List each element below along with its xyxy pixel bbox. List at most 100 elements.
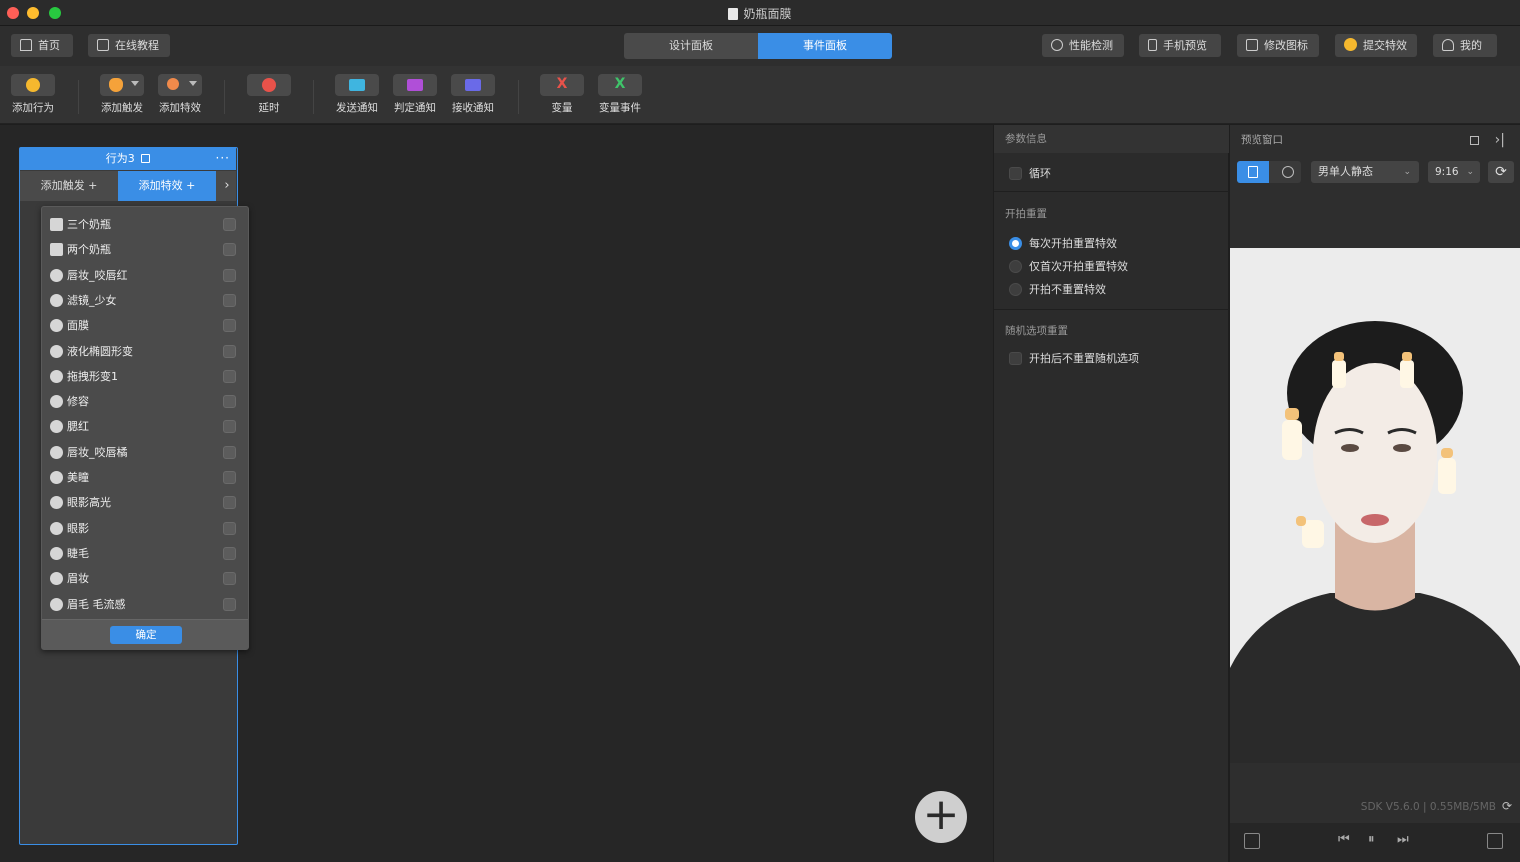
makeup-icon (50, 445, 63, 459)
toolbar: 添加行为 添加触发 添加特效 延时 发送通知 判定通知 接收通知 X 变量 X … (0, 66, 1520, 124)
effect-list-item[interactable]: 唇妆_咬唇橘 (50, 440, 240, 465)
effect-checkbox[interactable] (223, 597, 236, 611)
sync-icon[interactable]: ⟳ (1502, 799, 1512, 813)
reset-first-option[interactable]: 仅首次开拍重置特效 (1009, 258, 1128, 274)
effect-checkbox[interactable] (223, 293, 236, 307)
loop-checkbox[interactable] (1009, 167, 1022, 180)
effect-checkbox[interactable] (223, 521, 236, 535)
export-icon[interactable] (1487, 833, 1503, 849)
effect-list-item[interactable]: 眉毛 毛流感 (50, 592, 240, 617)
reset-none-radio[interactable] (1009, 283, 1022, 296)
home-button[interactable]: 首页 (11, 34, 73, 57)
preview-header: 预览窗口 ›| (1230, 125, 1520, 155)
ratio-select[interactable]: 9:16 ⌄ (1428, 161, 1480, 183)
behavior-card-header[interactable]: 行为3 ··· (20, 148, 236, 170)
submit-effect-button[interactable]: 提交特效 (1335, 34, 1417, 57)
reset-first-radio[interactable] (1009, 260, 1022, 273)
divider (994, 191, 1229, 192)
effect-label: 修容 (67, 395, 89, 409)
more-icon[interactable]: ··· (216, 147, 230, 169)
effect-list-item[interactable]: 两个奶瓶 (50, 237, 240, 262)
add-behavior-tool[interactable]: 添加行为 (10, 74, 56, 115)
reset-every-radio[interactable] (1009, 237, 1022, 250)
effect-list-item[interactable]: 美瞳 (50, 465, 240, 490)
next-frame-icon[interactable]: ⏭ (1397, 832, 1409, 847)
chevron-down-icon: ⌄ (1403, 167, 1411, 177)
add-effect-tool[interactable]: 添加特效 (156, 74, 204, 115)
effect-list-item[interactable]: 拖拽形变1 (50, 364, 240, 389)
tab-design-panel[interactable]: 设计面板 (624, 33, 758, 59)
random-none-checkbox[interactable] (1009, 352, 1022, 365)
camera-mode-icon[interactable] (1282, 166, 1294, 178)
behavior-title: 行为3 (105, 152, 135, 165)
tab-add-trigger[interactable]: 添加触发 + (20, 171, 118, 201)
effect-list-item[interactable]: 液化椭圆形变 (50, 339, 240, 364)
effect-checkbox[interactable] (223, 319, 236, 333)
edit-icon[interactable] (141, 154, 151, 163)
variable-event-icon: X (614, 76, 626, 92)
effect-list-item[interactable]: 睫毛 (50, 541, 240, 566)
effect-list-item[interactable]: 眼影 (50, 516, 240, 541)
effect-checkbox[interactable] (223, 369, 236, 383)
tutorial-button[interactable]: 在线教程 (88, 34, 170, 57)
confirm-button[interactable]: 确定 (110, 626, 182, 644)
crop-icon[interactable] (1470, 136, 1479, 145)
effect-checkbox[interactable] (223, 243, 236, 257)
effect-checkbox[interactable] (223, 572, 236, 586)
variable-event-tool[interactable]: X 变量事件 (597, 74, 643, 115)
effect-checkbox[interactable] (223, 268, 236, 282)
makeup-icon (50, 496, 63, 510)
effect-checkbox[interactable] (223, 395, 236, 409)
variable-tool[interactable]: X 变量 (539, 74, 585, 115)
mobile-preview-button[interactable]: 手机预览 (1139, 34, 1221, 57)
effect-list-item[interactable]: 滤镜_少女 (50, 288, 240, 313)
receive-notify-tool[interactable]: 接收通知 (450, 74, 496, 115)
refresh-icon[interactable]: ⟳ (1488, 161, 1514, 183)
effect-label: 眼影高光 (67, 496, 111, 510)
effect-list-item[interactable]: 唇妆_咬唇红 (50, 263, 240, 288)
effect-checkbox[interactable] (223, 420, 236, 434)
effect-list-item[interactable]: 面膜 (50, 313, 240, 338)
effect-checkbox[interactable] (223, 496, 236, 510)
change-icon-button[interactable]: 修改图标 (1237, 34, 1319, 57)
pause-icon[interactable]: ⏸ (1368, 832, 1375, 847)
chevron-right-icon[interactable]: › (218, 171, 236, 201)
effect-checkbox[interactable] (223, 218, 236, 231)
effect-list-item[interactable]: 三个奶瓶 (50, 212, 240, 237)
send-notify-tool[interactable]: 发送通知 (334, 74, 380, 115)
performance-check-button[interactable]: 性能检测 (1042, 34, 1124, 57)
reset-every-option[interactable]: 每次开拍重置特效 (1009, 235, 1117, 251)
add-trigger-tool[interactable]: 添加触发 (98, 74, 146, 115)
sticker-icon (50, 218, 63, 231)
profile-button[interactable]: 我的 (1433, 34, 1497, 57)
tab-add-effect[interactable]: 添加特效 + (118, 171, 216, 201)
prev-frame-icon[interactable]: ⏮ (1338, 832, 1350, 847)
image-mode-icon[interactable] (1237, 161, 1269, 183)
chevron-down-icon: ⌄ (1466, 167, 1474, 177)
tab-event-panel[interactable]: 事件面板 (758, 33, 892, 59)
makeup-icon (50, 546, 63, 560)
effect-label: 拖拽形变1 (67, 369, 118, 383)
delay-tool[interactable]: 延时 (246, 74, 292, 115)
reset-none-option[interactable]: 开拍不重置特效 (1009, 281, 1106, 297)
effect-list-item[interactable]: 修容 (50, 389, 240, 414)
snapshot-icon[interactable] (1244, 833, 1260, 849)
effect-list-item[interactable]: 腮红 (50, 414, 240, 439)
effect-list-item[interactable]: 眼影高光 (50, 490, 240, 515)
model-select[interactable]: 男单人静态 ⌄ (1311, 161, 1419, 183)
effect-list-item[interactable]: 眉妆 (50, 566, 240, 591)
receive-notify-icon (465, 79, 481, 91)
effect-checkbox[interactable] (223, 445, 236, 459)
effect-checkbox[interactable] (223, 471, 236, 484)
collapse-icon[interactable]: ›| (1495, 125, 1505, 155)
loop-option[interactable]: 循环 (1009, 165, 1051, 181)
judge-notify-tool[interactable]: 判定通知 (392, 74, 438, 115)
chevron-down-icon (131, 81, 139, 86)
random-none-option[interactable]: 开拍后不重置随机选项 (1009, 350, 1139, 366)
filter-icon (50, 293, 63, 307)
add-button[interactable]: + (915, 791, 967, 843)
effect-checkbox[interactable] (223, 546, 236, 560)
document-icon (728, 8, 739, 20)
makeup-icon (50, 420, 63, 434)
effect-checkbox[interactable] (223, 344, 236, 358)
